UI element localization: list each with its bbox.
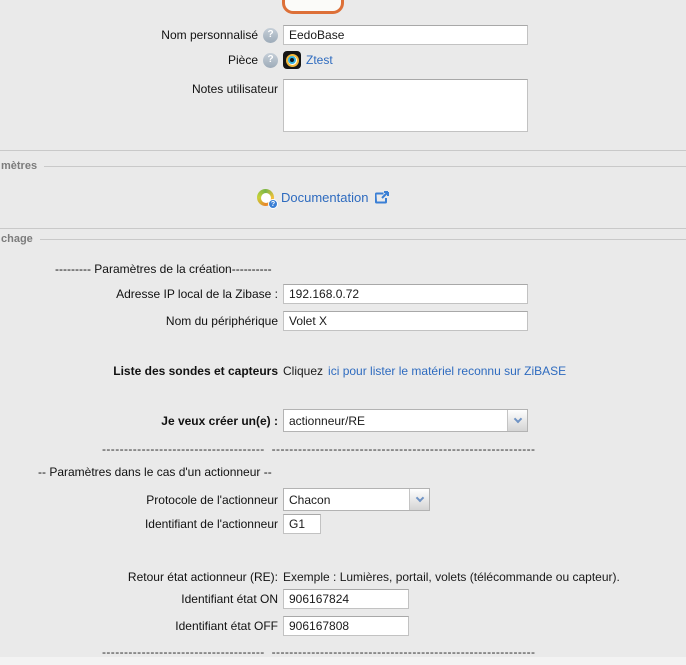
notes-row: Notes utilisateur [0, 79, 686, 132]
create-type-value: actionneur/RE [284, 410, 507, 431]
dashed-separator: ----------------------------------------… [102, 442, 542, 456]
external-link-icon [375, 190, 391, 205]
state-on-label: Identifiant état ON [181, 592, 278, 606]
chevron-down-icon [409, 489, 429, 510]
display-section-legend: chage [0, 233, 686, 245]
protocol-row: Protocole de l'actionneur Chacon [0, 488, 686, 511]
state-on-row: Identifiant état ON [0, 589, 686, 609]
device-name-input[interactable] [283, 311, 528, 331]
state-on-input[interactable] [283, 589, 409, 609]
room-icon [283, 51, 301, 69]
chevron-down-icon [507, 410, 527, 431]
parameters-section-legend: mètres [0, 160, 686, 172]
ip-label: Adresse IP local de la Zibase : [116, 287, 278, 301]
actuator-id-row: Identifiant de l'actionneur [0, 514, 686, 534]
documentation-link[interactable]: Documentation [281, 190, 368, 205]
create-type-select[interactable]: actionneur/RE [283, 409, 528, 432]
protocol-value: Chacon [284, 489, 409, 510]
actuator-id-label: Identifiant de l'actionneur [145, 517, 278, 531]
help-icon[interactable]: ? [263, 53, 278, 68]
documentation-icon: ? [257, 189, 274, 206]
display-legend-text: chage [0, 233, 40, 245]
section-divider [0, 228, 686, 229]
documentation-row: ? Documentation [257, 189, 391, 206]
sensors-list-link[interactable]: ici pour lister le matériel reconnu sur … [328, 364, 566, 378]
section-divider [0, 150, 686, 151]
actuator-id-input[interactable] [283, 514, 321, 534]
device-config-page: Nom personnalisé ? Pièce ? Ztest Notes u… [0, 0, 686, 665]
sensors-list-label: Liste des sondes et capteurs [113, 364, 278, 378]
create-type-label: Je veux créer un(e) : [161, 414, 278, 428]
state-off-input[interactable] [283, 616, 409, 636]
ip-row: Adresse IP local de la Zibase : [0, 284, 686, 304]
custom-name-input[interactable] [283, 25, 528, 45]
help-icon[interactable]: ? [263, 28, 278, 43]
custom-name-row: Nom personnalisé ? [0, 25, 686, 45]
create-type-row: Je veux créer un(e) : actionneur/RE [0, 409, 686, 432]
notes-label: Notes utilisateur [192, 82, 278, 96]
room-label: Pièce [228, 53, 258, 67]
device-name-label: Nom du périphérique [166, 314, 278, 328]
state-off-row: Identifiant état OFF [0, 616, 686, 636]
device-name-row: Nom du périphérique [0, 311, 686, 331]
state-off-label: Identifiant état OFF [175, 619, 278, 633]
room-link[interactable]: Ztest [306, 53, 333, 67]
action-button-partial[interactable] [282, 0, 344, 14]
protocol-select[interactable]: Chacon [283, 488, 430, 511]
notes-textarea[interactable] [283, 79, 528, 132]
feedback-row: Retour état actionneur (RE): Exemple : L… [0, 570, 686, 584]
feedback-hint: Exemple : Lumières, portail, volets (tél… [283, 570, 620, 584]
room-row: Pièce ? Ztest [0, 51, 686, 69]
ip-input[interactable] [283, 284, 528, 304]
feedback-label: Retour état actionneur (RE): [128, 570, 278, 584]
creation-section-title: --------- Paramètres de la création-----… [55, 262, 272, 276]
actuator-section-title: -- Paramètres dans le cas d'un actionneu… [38, 465, 272, 479]
protocol-label: Protocole de l'actionneur [146, 493, 278, 507]
sensors-list-row: Liste des sondes et capteurs Cliquez ici… [0, 364, 686, 378]
sensors-list-text: Cliquez [283, 364, 323, 378]
custom-name-label: Nom personnalisé [161, 28, 258, 42]
parameters-legend-text: mètres [0, 160, 44, 172]
bottom-strip [0, 657, 686, 665]
